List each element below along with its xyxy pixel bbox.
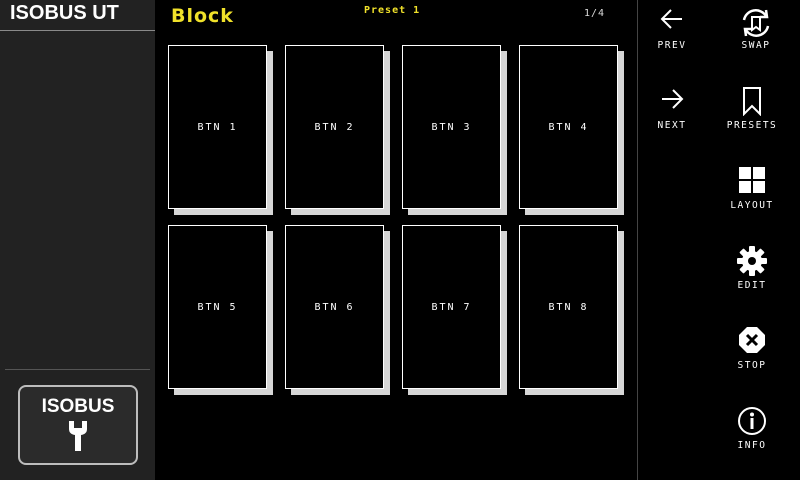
grid-button-5[interactable]: BTN 5 bbox=[168, 225, 267, 389]
edit-label: EDIT bbox=[737, 280, 767, 291]
logo-divider bbox=[5, 369, 150, 370]
grid-button-3[interactable]: BTN 3 bbox=[402, 45, 501, 209]
stop-label: STOP bbox=[737, 360, 767, 371]
grid-button-1[interactable]: BTN 1 bbox=[168, 45, 267, 209]
bookmark-icon bbox=[743, 87, 761, 116]
stop-icon bbox=[739, 327, 765, 353]
preset-label: Preset 1 bbox=[364, 5, 421, 16]
left-panel: ISOBUS UT ISOBUS bbox=[0, 0, 155, 480]
page-indicator: 1/4 bbox=[584, 8, 606, 19]
prev-label: PREV bbox=[657, 40, 687, 51]
swap-icon bbox=[742, 9, 770, 37]
grid-button-4[interactable]: BTN 4 bbox=[519, 45, 618, 209]
grid-button-2[interactable]: BTN 2 bbox=[285, 45, 384, 209]
arrow-left-icon bbox=[660, 9, 682, 29]
isobus-logo-button[interactable]: ISOBUS bbox=[18, 385, 138, 465]
info-icon bbox=[738, 407, 766, 435]
grid-button-6[interactable]: BTN 6 bbox=[285, 225, 384, 389]
wrench-icon bbox=[69, 421, 87, 451]
presets-label: PRESETS bbox=[726, 120, 778, 131]
grid-layout-icon bbox=[739, 167, 765, 193]
presets-button[interactable]: PRESETS bbox=[712, 82, 792, 142]
side-divider bbox=[637, 0, 638, 480]
gear-icon bbox=[737, 246, 767, 276]
info-label: INFO bbox=[737, 440, 767, 451]
grid-button-7[interactable]: BTN 7 bbox=[402, 225, 501, 389]
edit-button[interactable]: EDIT bbox=[712, 242, 792, 302]
next-label: NEXT bbox=[657, 120, 687, 131]
title-divider bbox=[0, 30, 155, 31]
page-title: Block bbox=[171, 5, 234, 27]
prev-button[interactable]: PREV bbox=[632, 2, 712, 62]
layout-label: LAYOUT bbox=[730, 200, 774, 211]
arrow-right-icon bbox=[662, 89, 684, 109]
stop-button[interactable]: STOP bbox=[712, 322, 792, 382]
grid-button-8[interactable]: BTN 8 bbox=[519, 225, 618, 389]
swap-button[interactable]: SWAP bbox=[716, 2, 796, 62]
isobus-logo-text: ISOBUS bbox=[41, 396, 115, 417]
info-button[interactable]: INFO bbox=[712, 402, 792, 462]
next-button[interactable]: NEXT bbox=[632, 82, 712, 142]
layout-button[interactable]: LAYOUT bbox=[712, 162, 792, 222]
swap-label: SWAP bbox=[741, 40, 771, 51]
app-title: ISOBUS UT bbox=[10, 2, 119, 24]
